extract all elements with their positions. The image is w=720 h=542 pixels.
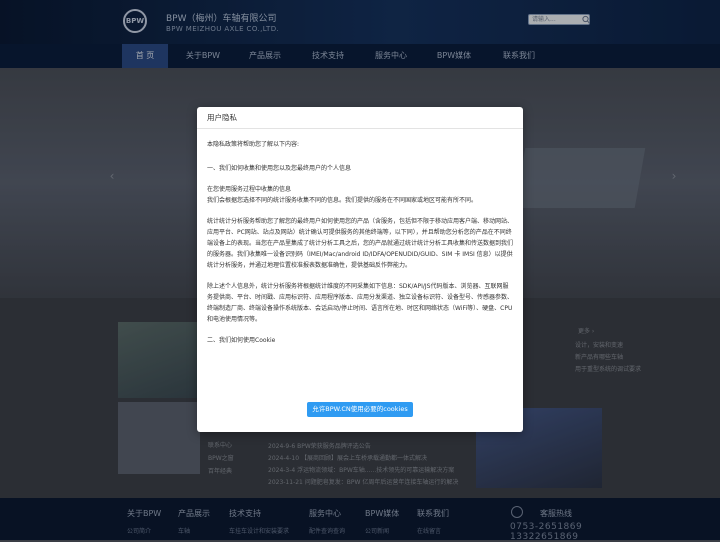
sub-heading: 在您使用服务过程中收集的信息	[207, 186, 292, 193]
modal-title: 用户隐私	[197, 107, 523, 129]
section-heading: 二、我们如何使用Cookie	[207, 337, 276, 344]
accept-cookies-button[interactable]: 允许BPW.CN使用必要的cookies	[307, 402, 413, 417]
intro-text: 本隐私政策将帮助您了解以下内容:	[207, 141, 300, 148]
section-heading: 一、我们如何收集和使用您以及您最终用户的个人信息	[207, 165, 352, 172]
paragraph: 我们会根据您选择不同的统计服务收集不同的信息。我们提供的服务在不同国家或地区可能…	[207, 197, 478, 204]
paragraph: 统计统计分析服务帮助您了解您的最终用户如何使用您的产品（含服务，包括但不限于移动…	[207, 218, 514, 269]
paragraph: 除上述个人信息外，统计分析服务将根据统计维度的不同采集如下信息：SDK/API/…	[207, 283, 514, 323]
modal-body: 本隐私政策将帮助您了解以下内容: 一、我们如何收集和使用您以及您最终用户的个人信…	[207, 139, 513, 346]
privacy-modal: 用户隐私 本隐私政策将帮助您了解以下内容: 一、我们如何收集和使用您以及您最终用…	[197, 107, 523, 432]
